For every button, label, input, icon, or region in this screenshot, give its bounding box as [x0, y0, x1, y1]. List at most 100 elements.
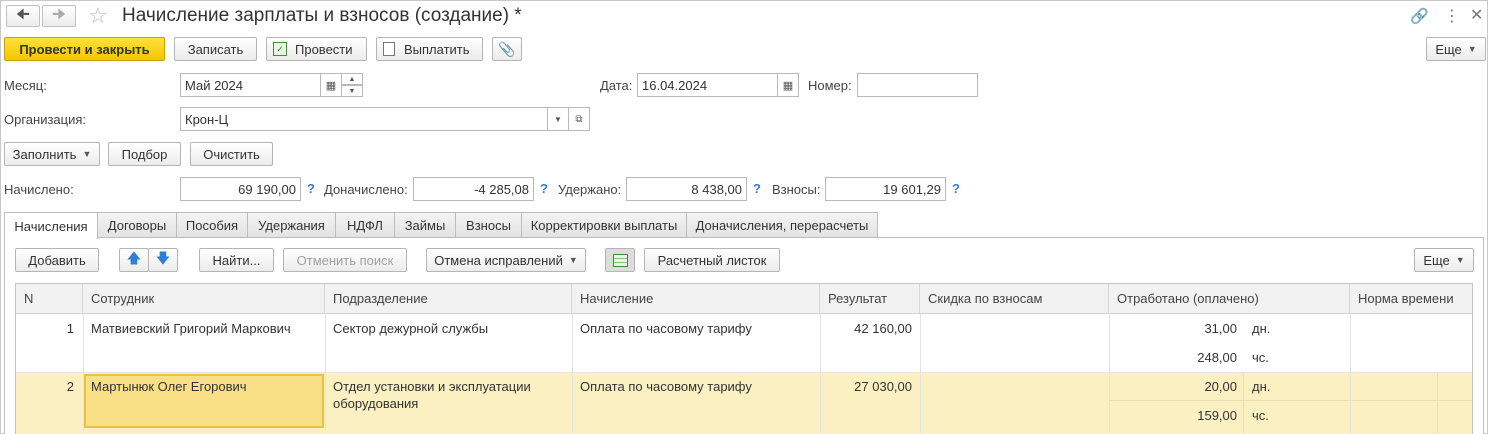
spin-up-icon: ▲: [348, 75, 356, 83]
cancel-fixes-label: Отмена исправлений: [434, 252, 563, 268]
month-input[interactable]: Май 2024: [180, 73, 321, 97]
organization-label: Организация:: [4, 112, 87, 127]
organization-open-button[interactable]: ⧉: [568, 107, 590, 131]
row-number: 2: [66, 379, 74, 394]
department-name-line1: Отдел установки и эксплуатации: [333, 379, 531, 394]
col-divider: [1350, 314, 1351, 434]
payslip-button[interactable]: Расчетный листок: [644, 248, 780, 272]
arrow-right-icon: 🠊: [52, 5, 66, 23]
add-row-button[interactable]: Добавить: [15, 248, 99, 272]
additional-value: -4 285,08: [413, 177, 534, 201]
date-input[interactable]: 16.04.2024: [637, 73, 778, 97]
calendar-icon: ▦: [325, 79, 337, 92]
move-down-button[interactable]: 🡇: [148, 248, 178, 272]
contributions-help-icon[interactable]: ?: [952, 181, 960, 196]
col-divider: [920, 314, 921, 434]
fill-button[interactable]: Заполнить ▼: [4, 142, 100, 166]
tab-accruals[interactable]: Начисления: [4, 212, 98, 239]
link-icon[interactable]: 🔗: [1410, 7, 1429, 25]
pay-button[interactable]: Выплатить: [376, 37, 483, 61]
month-up-button[interactable]: ▲: [341, 73, 363, 85]
accrued-help-icon[interactable]: ?: [307, 181, 315, 196]
more-button[interactable]: Еще ▼: [1426, 37, 1486, 61]
column-header-worked[interactable]: Отработано (оплачено): [1109, 284, 1350, 314]
number-label: Номер:: [808, 78, 852, 93]
withheld-value: 8 438,00: [626, 177, 747, 201]
move-up-button[interactable]: 🡅: [119, 248, 149, 272]
accruals-table: N Сотрудник Подразделение Начисление Рез…: [15, 283, 1473, 434]
post-button-label: Провести: [295, 41, 353, 57]
fill-button-label: Заполнить: [12, 146, 77, 162]
tab-additional-recalculations[interactable]: Доначисления, перерасчеты: [686, 212, 878, 238]
favorite-star-icon[interactable]: ☆: [88, 3, 108, 29]
page-title: Начисление зарплаты и взносов (создание)…: [122, 5, 522, 26]
column-header-employee[interactable]: Сотрудник: [83, 284, 325, 314]
tab-benefits[interactable]: Пособия: [176, 212, 248, 238]
organization-dropdown-button[interactable]: ▼: [547, 107, 569, 131]
worked-days: 31,00: [1204, 321, 1237, 336]
month-calendar-button[interactable]: ▦: [320, 73, 342, 97]
days-unit: дн.: [1252, 379, 1271, 394]
accrued-value: 69 190,00: [180, 177, 301, 201]
post-button[interactable]: ✓ Провести: [266, 37, 367, 61]
hours-unit: чс.: [1252, 408, 1269, 423]
organization-input[interactable]: Крон-Ц: [180, 107, 548, 131]
employee-name: Мартынюк Олег Егорович: [91, 379, 247, 394]
col-divider: [83, 314, 84, 434]
close-icon[interactable]: ✕: [1470, 5, 1483, 25]
accrued-label: Начислено:: [4, 182, 74, 197]
column-header-contribution-discount[interactable]: Скидка по взносам: [920, 284, 1109, 314]
tab-contracts[interactable]: Договоры: [97, 212, 177, 238]
clear-button[interactable]: Очистить: [190, 142, 273, 166]
more-vert-icon[interactable]: ⋮: [1444, 6, 1460, 26]
back-button[interactable]: 🠈: [6, 5, 40, 27]
caret-down-icon: ▼: [82, 149, 92, 159]
post-and-close-button[interactable]: Провести и закрыть: [4, 37, 165, 61]
column-header-result[interactable]: Результат: [820, 284, 920, 314]
result-value: 27 030,00: [854, 379, 912, 394]
additional-help-icon[interactable]: ?: [540, 181, 548, 196]
add-table-button[interactable]: [605, 248, 635, 272]
column-header-department[interactable]: Подразделение: [325, 284, 572, 314]
date-calendar-button[interactable]: ▦: [777, 73, 799, 97]
find-button[interactable]: Найти...: [199, 248, 274, 272]
column-header-time-norm[interactable]: Норма времени: [1350, 284, 1472, 314]
col-divider: [572, 314, 573, 434]
column-header-n[interactable]: N: [16, 284, 83, 314]
arrow-down-icon: 🡇: [155, 250, 171, 266]
worked-days: 20,00: [1204, 379, 1237, 394]
column-header-accrual[interactable]: Начисление: [572, 284, 820, 314]
cancel-search-button[interactable]: Отменить поиск: [283, 248, 407, 272]
hours-unit: чс.: [1252, 350, 1269, 365]
arrow-up-icon: 🡅: [126, 250, 142, 266]
more-button-label: Еще: [1435, 41, 1462, 57]
contributions-label: Взносы:: [772, 182, 821, 197]
days-unit: дн.: [1252, 321, 1271, 336]
tab-loans[interactable]: Займы: [394, 212, 456, 238]
attach-button[interactable]: 📎: [492, 37, 522, 61]
caret-down-icon: ▼: [1455, 255, 1465, 265]
spin-down-icon: ▼: [348, 87, 356, 95]
col-divider: [1243, 373, 1244, 434]
employee-name: Матвиевский Григорий Маркович: [91, 321, 291, 336]
caret-down-icon: ▼: [568, 255, 578, 265]
tab-contributions[interactable]: Взносы: [455, 212, 522, 238]
department-name: Сектор дежурной службы: [333, 321, 489, 336]
withheld-help-icon[interactable]: ?: [753, 181, 761, 196]
contributions-value: 19 601,29: [825, 177, 946, 201]
grid-more-label: Еще: [1423, 252, 1450, 268]
result-value: 42 160,00: [854, 321, 912, 336]
additional-label: Доначислено:: [324, 182, 408, 197]
save-button[interactable]: Записать: [174, 37, 257, 61]
month-down-button[interactable]: ▼: [341, 85, 363, 97]
col-divider: [325, 314, 326, 434]
forward-button[interactable]: 🠊: [42, 5, 76, 27]
tab-deductions[interactable]: Удержания: [247, 212, 336, 238]
tab-payment-adjustments[interactable]: Корректировки выплаты: [521, 212, 687, 238]
pick-button[interactable]: Подбор: [108, 142, 181, 166]
tab-ndfl[interactable]: НДФЛ: [335, 212, 395, 238]
cancel-fixes-button[interactable]: Отмена исправлений ▼: [426, 248, 586, 272]
grid-more-button[interactable]: Еще ▼: [1414, 248, 1474, 272]
number-input[interactable]: [857, 73, 978, 97]
department-name-line2: оборудования: [333, 396, 419, 411]
